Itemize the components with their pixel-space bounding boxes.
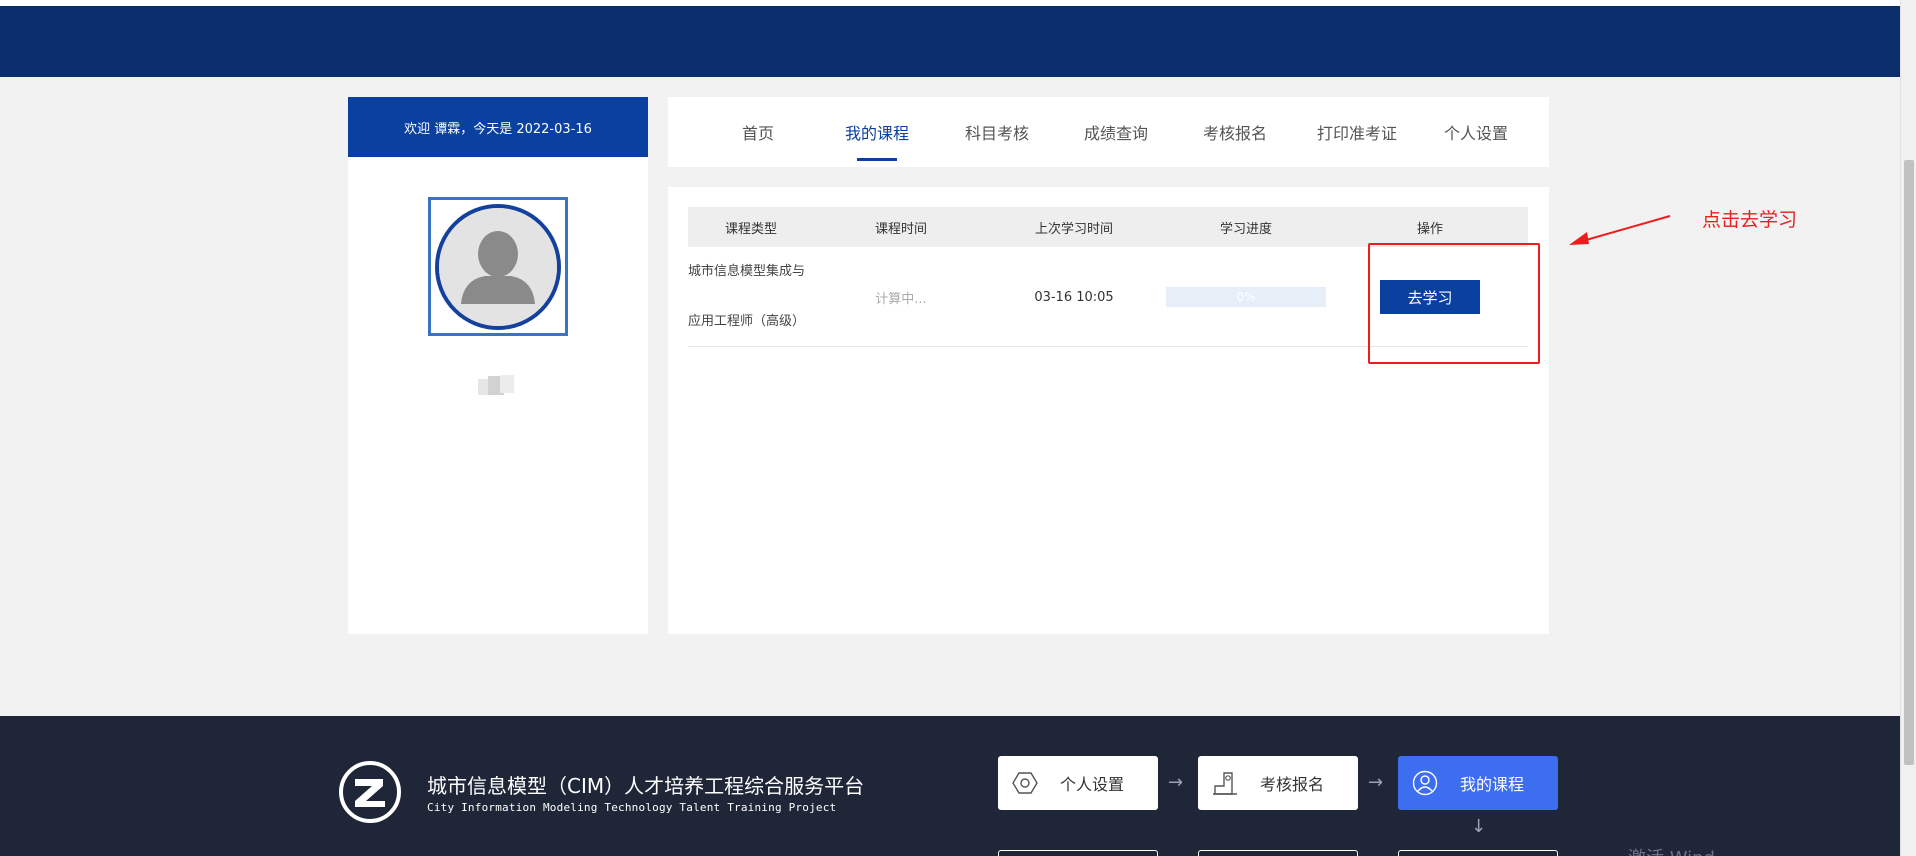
header-action: 操作 xyxy=(1416,221,1443,237)
step-exam-registration[interactable]: 考核报名 xyxy=(1198,756,1358,810)
tab-personal-settings[interactable]: 个人设置 xyxy=(1418,97,1534,167)
arrow-down-icon: ↓ xyxy=(1471,816,1487,837)
top-header-bar xyxy=(0,6,1900,77)
tab-exam-registration[interactable]: 考核报名 xyxy=(1174,97,1296,167)
step-label: 我的课程 xyxy=(1460,775,1525,794)
tab-score-query[interactable]: 成绩查询 xyxy=(1058,97,1174,167)
progress-cell: 0% xyxy=(1160,247,1332,347)
header-course-type: 课程类型 xyxy=(724,221,777,237)
avatar[interactable] xyxy=(428,197,568,336)
hexagon-icon xyxy=(1010,768,1040,798)
step-card-partial[interactable] xyxy=(998,850,1158,856)
windows-activation-watermark: 激活 Wind xyxy=(1628,844,1715,856)
step-personal-settings[interactable]: 个人设置 xyxy=(998,756,1158,810)
footer: 城市信息模型（CIM）人才培养工程综合服务平台 City Information… xyxy=(0,716,1900,856)
annotation-text: 点击去学习 xyxy=(1702,209,1798,231)
tab-my-courses[interactable]: 我的课程 xyxy=(818,97,936,167)
last-study-time: 03-16 10:05 xyxy=(1034,289,1114,305)
step-label: 个人设置 xyxy=(1060,775,1125,794)
user-icon xyxy=(1410,768,1440,798)
header-course-time: 课程时间 xyxy=(874,221,927,237)
form-icon xyxy=(1210,768,1240,798)
welcome-banner: 欢迎 谭霖，今天是 2022-03-16 xyxy=(348,97,648,157)
step-card-partial[interactable] xyxy=(1398,850,1558,856)
tab-subject-exam[interactable]: 科目考核 xyxy=(936,97,1058,167)
course-time: 计算中... xyxy=(875,291,927,307)
step-label: 考核报名 xyxy=(1260,775,1325,794)
footer-title: 城市信息模型（CIM）人才培养工程综合服务平台 xyxy=(427,774,865,798)
avatar-placeholder-icon xyxy=(435,203,561,330)
username-image xyxy=(478,375,514,395)
progress-bar: 0% xyxy=(1166,287,1326,307)
header-progress: 学习进度 xyxy=(1219,221,1272,237)
scrollbar-thumb[interactable] xyxy=(1904,160,1914,765)
profile-panel: 欢迎 谭霖，今天是 2022-03-16 xyxy=(348,97,648,634)
tab-print-admission-ticket[interactable]: 打印准考证 xyxy=(1296,97,1418,167)
table-header: 课程类型 课程时间 上次学习时间 学习进度 操作 xyxy=(688,207,1528,247)
arrow-right-icon: → xyxy=(1168,772,1184,793)
annotation-highlight-box xyxy=(1368,243,1540,364)
course-name-line1: 城市信息模型集成与 xyxy=(688,264,806,279)
vertical-scrollbar[interactable] xyxy=(1900,0,1916,856)
annotation-arrow-icon xyxy=(1569,215,1671,245)
footer-subtitle: City Information Modeling Technology Tal… xyxy=(427,801,837,814)
course-name-line2: 应用工程师（高级） xyxy=(688,314,806,329)
main-nav: 首页 我的课程 科目考核 成绩查询 考核报名 打印准考证 个人设置 xyxy=(668,97,1549,167)
step-my-courses[interactable]: 我的课程 xyxy=(1398,756,1558,810)
header-last-study-time: 上次学习时间 xyxy=(1034,221,1113,237)
tab-home[interactable]: 首页 xyxy=(708,97,808,167)
platform-logo-icon xyxy=(339,761,401,823)
step-card-partial[interactable] xyxy=(1198,850,1358,856)
arrow-right-icon: → xyxy=(1368,772,1384,793)
